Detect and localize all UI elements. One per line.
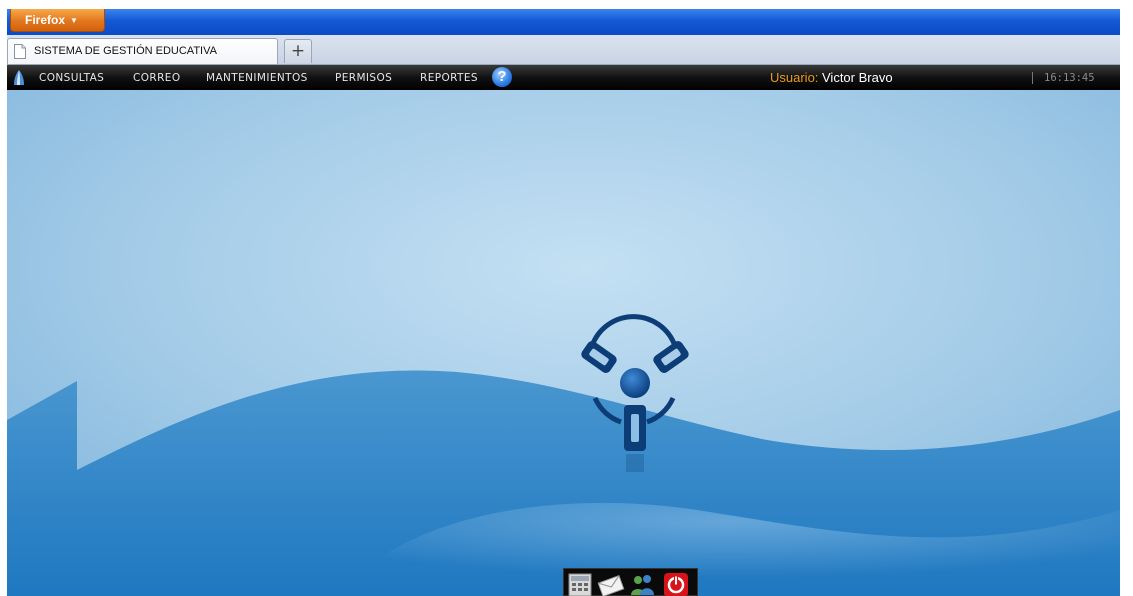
power-icon[interactable]: [662, 571, 690, 596]
app-menubar: CONSULTAS CORREO MANTENIMIENTOS PERMISOS…: [7, 65, 1120, 90]
menu-item-consultas[interactable]: CONSULTAS: [39, 72, 104, 84]
new-tab-button[interactable]: +: [284, 39, 312, 63]
divider: [1032, 72, 1033, 84]
browser-tab[interactable]: SISTEMA DE GESTIÓN EDUCATIVA: [7, 38, 278, 64]
users-icon[interactable]: [628, 571, 656, 596]
browser-titlebar: Firefox ▼: [7, 9, 1120, 35]
tab-title: SISTEMA DE GESTIÓN EDUCATIVA: [34, 45, 217, 57]
help-icon[interactable]: ?: [492, 67, 512, 87]
user-label: Usuario:: [770, 70, 819, 85]
clock: 16:13:45: [1044, 72, 1095, 84]
desktop-background: [7, 90, 1120, 596]
logo-icon: [14, 70, 24, 85]
firefox-menu-button[interactable]: Firefox ▼: [10, 9, 105, 32]
browser-window: Firefox ▼ SISTEMA DE GESTIÓN EDUCATIVA + …: [7, 9, 1120, 596]
menu-item-mantenimientos[interactable]: MANTENIMIENTOS: [206, 72, 308, 84]
menu-item-correo[interactable]: CORREO: [133, 72, 181, 84]
desktop-area: [7, 90, 1120, 596]
chevron-down-icon: ▼: [70, 16, 78, 25]
user-name: Victor Bravo: [822, 70, 893, 85]
page-icon: [14, 44, 26, 59]
calculator-icon[interactable]: [566, 571, 594, 596]
mail-icon[interactable]: [597, 571, 625, 596]
firefox-menu-label: Firefox: [25, 13, 66, 27]
tab-strip: SISTEMA DE GESTIÓN EDUCATIVA +: [7, 35, 1120, 65]
dock-bar: [563, 568, 698, 596]
menu-item-reportes[interactable]: REPORTES: [420, 72, 478, 84]
menu-item-permisos[interactable]: PERMISOS: [335, 72, 392, 84]
